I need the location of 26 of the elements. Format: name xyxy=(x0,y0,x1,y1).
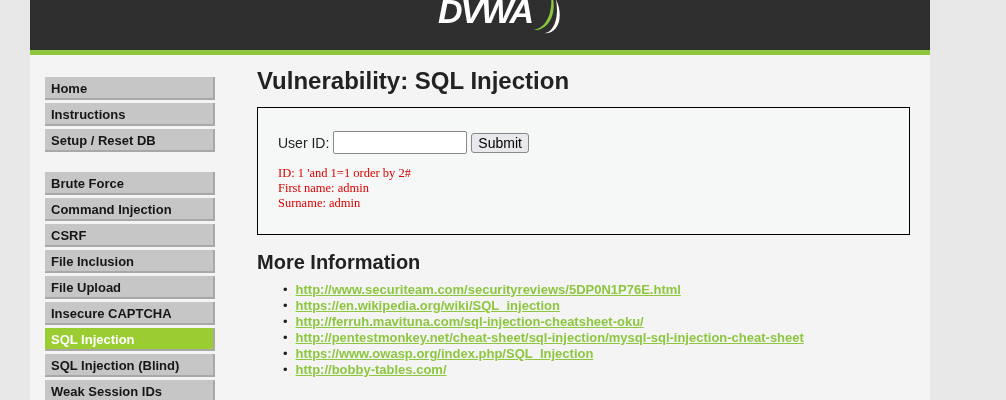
menu-item[interactable]: File Inclusion xyxy=(45,250,215,273)
bullet: • xyxy=(283,282,288,298)
result-text: Surname: admin xyxy=(278,196,362,211)
menu-item[interactable]: Insecure CAPTCHA xyxy=(45,302,215,325)
result-text: ID: 1 'and 1=1 order by 2# xyxy=(278,166,412,181)
menu-item[interactable]: Setup / Reset DB xyxy=(45,129,215,152)
menu-item[interactable]: Brute Force xyxy=(45,172,215,195)
menu-item[interactable]: Home xyxy=(45,77,215,100)
user-id-field[interactable] xyxy=(333,131,468,154)
section-heading: More Information xyxy=(257,251,422,274)
page-title: Vulnerability: SQL Injection xyxy=(257,67,571,95)
bullet: • xyxy=(283,362,288,378)
bullet: • xyxy=(283,330,288,346)
logo-text: DVWA xyxy=(438,0,532,28)
menu-item[interactable]: File Upload xyxy=(45,276,215,299)
menu-item[interactable]: CSRF xyxy=(45,224,215,247)
menu-item[interactable]: Instructions xyxy=(45,103,215,126)
bullet: • xyxy=(283,346,288,362)
submit-button[interactable]: Submit xyxy=(471,132,529,153)
bullet: • xyxy=(283,314,288,330)
result-text: First name: admin xyxy=(278,181,370,196)
bullet: • xyxy=(283,298,288,314)
menu-item[interactable]: SQL Injection (Blind) xyxy=(45,354,215,377)
menu-item[interactable]: Command Injection xyxy=(45,198,215,221)
menu-item[interactable]: Weak Session IDs xyxy=(45,380,215,400)
field-label: User ID: xyxy=(278,134,330,151)
